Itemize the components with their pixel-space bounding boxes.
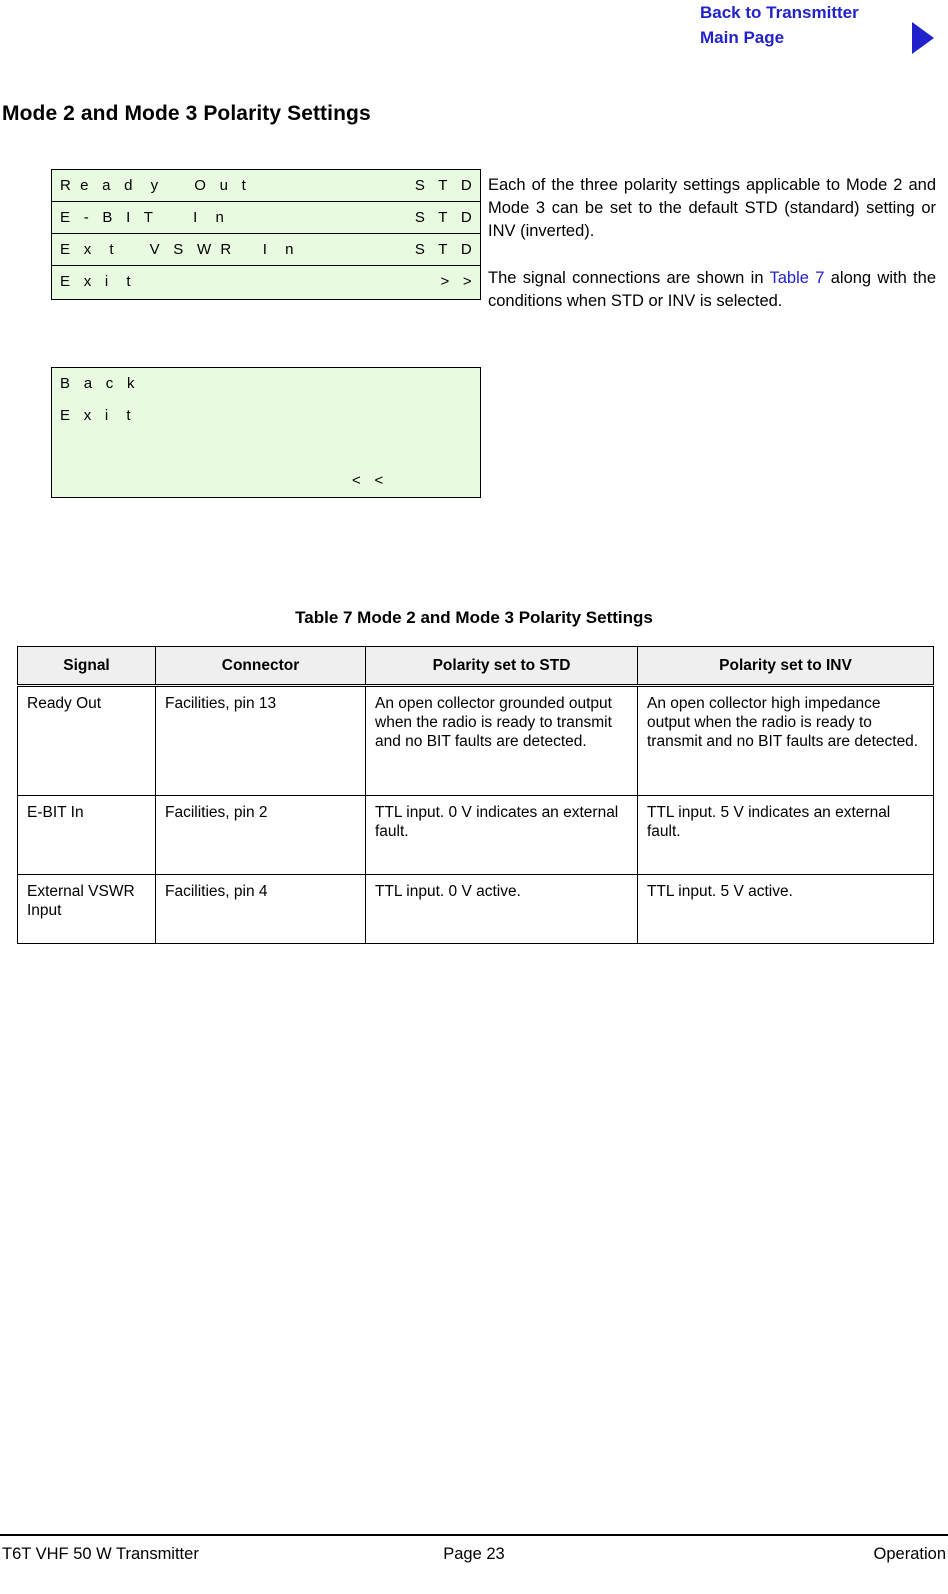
table-header-row: Signal Connector Polarity set to STD Pol…	[17, 646, 934, 687]
cell-inv: TTL input. 5 V active.	[637, 874, 934, 944]
table-row: E-BIT In Facilities, pin 2 TTL input. 0 …	[17, 795, 934, 875]
footer-page-number: Page 23	[443, 1545, 505, 1563]
lcd-row-label: E - B I T I n	[60, 209, 225, 226]
lcd-row-label: E x t V S W R I n	[60, 241, 294, 258]
back-to-transmitter-nav[interactable]: Back to Transmitter Main Page	[700, 0, 900, 50]
lcd-row-value: S T D	[414, 209, 472, 226]
lcd-row-label: R e a d y O u t	[60, 177, 247, 194]
cell-connector: Facilities, pin 4	[155, 874, 366, 944]
table-row: Ready Out Facilities, pin 13 An open col…	[17, 685, 934, 796]
lcd-row: E - B I T I n S T D	[52, 202, 480, 234]
polarity-settings-table: Signal Connector Polarity set to STD Pol…	[17, 646, 934, 944]
lcd-row-value: S T D	[414, 241, 472, 258]
table-caption: Table 7 Mode 2 and Mode 3 Polarity Setti…	[295, 608, 653, 627]
lcd-row-label: B a c k	[60, 375, 135, 392]
table-7-link[interactable]: Table 7	[770, 269, 825, 287]
lcd-row-value: > >	[440, 273, 472, 290]
table-reference-paragraph: The signal connections are shown in Tabl…	[488, 267, 936, 313]
right-triangle-icon[interactable]	[912, 22, 934, 54]
polarity-menu-screen: R e a d y O u t S T D E - B I T I n S T …	[51, 169, 481, 300]
paragraph-text-before: The signal connections are shown in	[488, 269, 770, 287]
cell-connector: Facilities, pin 2	[155, 795, 366, 875]
column-header-polarity-inv: Polarity set to INV	[637, 646, 934, 687]
lcd-row-label: E x i t	[60, 407, 131, 424]
lcd-row-label: E x i t	[60, 273, 131, 290]
lcd-row: E x i t > >	[52, 266, 480, 298]
back-to-transmitter-link-line2[interactable]: Main Page	[700, 25, 900, 50]
lcd-row: E x t V S W R I n S T D	[52, 234, 480, 266]
cell-inv: An open collector high impedance output …	[637, 685, 934, 796]
cell-std: TTL input. 0 V indicates an external fau…	[365, 795, 638, 875]
cell-signal: Ready Out	[17, 685, 156, 796]
cell-signal: External VSWR Input	[17, 874, 156, 944]
cell-std: An open collector grounded output when t…	[365, 685, 638, 796]
lcd-row: E x i t	[52, 400, 480, 432]
lcd-row-spacer	[52, 432, 480, 465]
lcd-row: B a c k	[52, 368, 480, 400]
column-header-signal: Signal	[17, 646, 156, 687]
lcd-row: R e a d y O u t S T D	[52, 170, 480, 202]
column-header-polarity-std: Polarity set to STD	[365, 646, 638, 687]
footer-section-label: Operation	[873, 1545, 946, 1563]
cell-std: TTL input. 0 V active.	[365, 874, 638, 944]
column-header-connector: Connector	[155, 646, 366, 687]
lcd-row-value: S T D	[414, 177, 472, 194]
cell-inv: TTL input. 5 V indicates an external fau…	[637, 795, 934, 875]
intro-paragraph: Each of the three polarity settings appl…	[488, 176, 936, 240]
footer-divider	[0, 1534, 948, 1536]
back-exit-screen: B a c k E x i t < <	[51, 367, 481, 498]
cell-signal: E-BIT In	[17, 795, 156, 875]
lcd-row: < <	[52, 465, 480, 497]
back-to-transmitter-link-line1[interactable]: Back to Transmitter	[700, 0, 900, 25]
page-title: Mode 2 and Mode 3 Polarity Settings	[2, 102, 371, 125]
table-row: External VSWR Input Facilities, pin 4 TT…	[17, 874, 934, 944]
cell-connector: Facilities, pin 13	[155, 685, 366, 796]
lcd-row-value: < <	[352, 472, 384, 489]
